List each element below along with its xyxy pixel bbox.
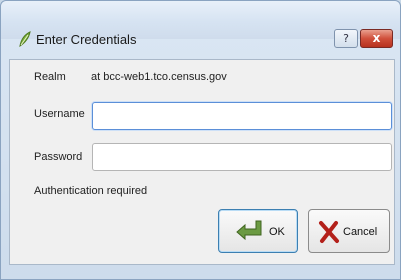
username-label: Username [34,108,85,120]
cancel-x-icon [319,221,339,243]
credentials-dialog: Enter Credentials ? x Realm at bcc-web1.… [0,0,401,280]
realm-value: at bcc-web1.tco.census.gov [91,71,227,83]
qgis-leaf-icon [19,31,31,47]
title-bar[interactable]: Enter Credentials ? x [1,1,400,48]
authentication-status: Authentication required [34,185,148,197]
window-title: Enter Credentials [36,32,137,47]
password-input[interactable] [92,143,392,171]
ok-arrow-icon [236,220,262,241]
cancel-label: Cancel [343,226,378,238]
ok-label: OK [269,226,285,238]
dialog-body: Realm at bcc-web1.tco.census.gov Usernam… [9,59,395,265]
username-input[interactable] [92,102,392,130]
realm-label: Realm [34,71,66,83]
password-label: Password [34,151,83,163]
close-button[interactable]: x [360,29,393,48]
ok-button[interactable]: OK [218,209,298,253]
help-button[interactable]: ? [334,29,358,48]
cancel-button[interactable]: Cancel [308,209,390,253]
